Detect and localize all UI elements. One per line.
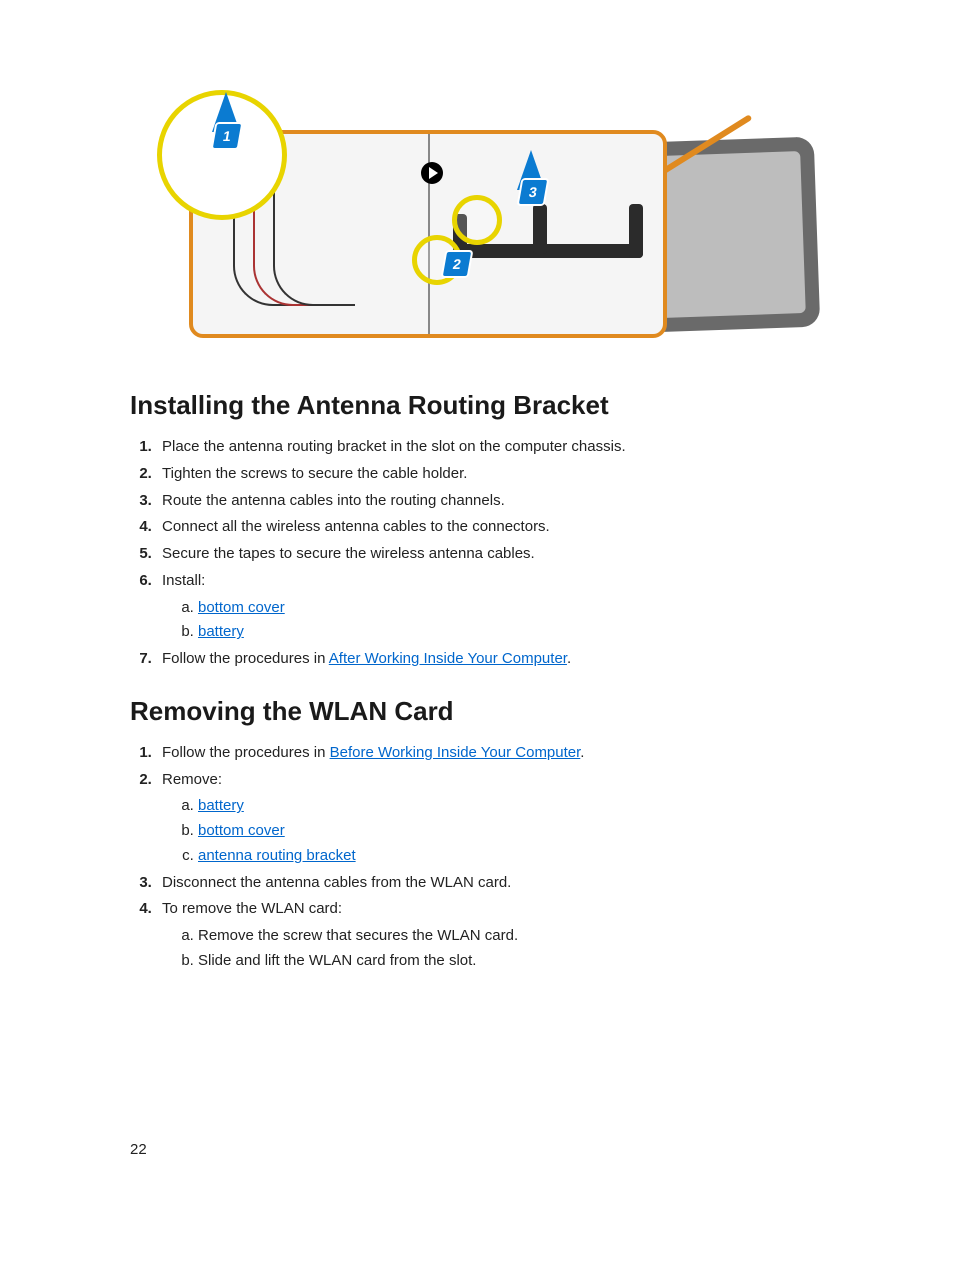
link-battery-2[interactable]: battery xyxy=(198,797,244,814)
step-badge-3: 3 xyxy=(517,178,550,206)
heading-install-antenna-bracket: Installing the Antenna Routing Bracket xyxy=(130,390,824,421)
link-antenna-routing-bracket[interactable]: antenna routing bracket xyxy=(198,847,356,864)
link-bottom-cover[interactable]: bottom cover xyxy=(198,599,285,616)
remove-step-4-text: To remove the WLAN card: xyxy=(162,900,342,917)
install-step-6: Install: bottom cover battery xyxy=(156,569,824,645)
remove-step-1-post: . xyxy=(580,744,584,761)
link-battery[interactable]: battery xyxy=(198,623,244,640)
remove-step-2a: battery xyxy=(198,794,824,819)
callout-zoom-3 xyxy=(452,195,502,245)
remove-step-2c: antenna routing bracket xyxy=(198,844,824,869)
install-step-7: Follow the procedures in After Working I… xyxy=(156,647,824,672)
install-step-5: Secure the tapes to secure the wireless … xyxy=(156,542,824,567)
install-step-4: Connect all the wireless antenna cables … xyxy=(156,515,824,540)
play-indicator-icon xyxy=(421,162,443,184)
remove-steps-list: Follow the procedures in Before Working … xyxy=(130,741,824,974)
install-step-1: Place the antenna routing bracket in the… xyxy=(156,435,824,460)
remove-step-1-pre: Follow the procedures in xyxy=(162,744,330,761)
heading-removing-wlan-card: Removing the WLAN Card xyxy=(130,696,824,727)
install-step-6-sublist: bottom cover battery xyxy=(162,596,824,646)
remove-step-4: To remove the WLAN card: Remove the scre… xyxy=(156,897,824,973)
install-step-2: Tighten the screws to secure the cable h… xyxy=(156,462,824,487)
step-badge-2: 2 xyxy=(441,250,474,278)
page-number: 22 xyxy=(130,1141,147,1158)
link-after-working-inside[interactable]: After Working Inside Your Computer xyxy=(329,650,567,667)
install-step-6a: bottom cover xyxy=(198,596,824,621)
remove-step-4-sublist: Remove the screw that secures the WLAN c… xyxy=(162,924,824,974)
page-content: 1 2 3 Installing the Antenna Routing Bra… xyxy=(0,0,954,1038)
remove-step-1: Follow the procedures in Before Working … xyxy=(156,741,824,766)
remove-step-2-sublist: battery bottom cover antenna routing bra… xyxy=(162,794,824,868)
remove-step-4a: Remove the screw that secures the WLAN c… xyxy=(198,924,824,949)
link-before-working-inside[interactable]: Before Working Inside Your Computer xyxy=(330,744,581,761)
remove-step-2-text: Remove: xyxy=(162,771,222,788)
install-step-6b: battery xyxy=(198,620,824,645)
install-step-7-post: . xyxy=(567,650,571,667)
remove-step-3: Disconnect the antenna cables from the W… xyxy=(156,871,824,896)
install-step-3: Route the antenna cables into the routin… xyxy=(156,489,824,514)
step-badge-1: 1 xyxy=(211,122,244,150)
install-step-7-pre: Follow the procedures in xyxy=(162,650,329,667)
installation-diagram: 1 2 3 xyxy=(137,100,817,350)
install-step-6-text: Install: xyxy=(162,572,205,589)
remove-step-4b: Slide and lift the WLAN card from the sl… xyxy=(198,949,824,974)
link-bottom-cover-2[interactable]: bottom cover xyxy=(198,822,285,839)
remove-step-2b: bottom cover xyxy=(198,819,824,844)
install-steps-list: Place the antenna routing bracket in the… xyxy=(130,435,824,672)
remove-step-2: Remove: battery bottom cover antenna rou… xyxy=(156,768,824,869)
